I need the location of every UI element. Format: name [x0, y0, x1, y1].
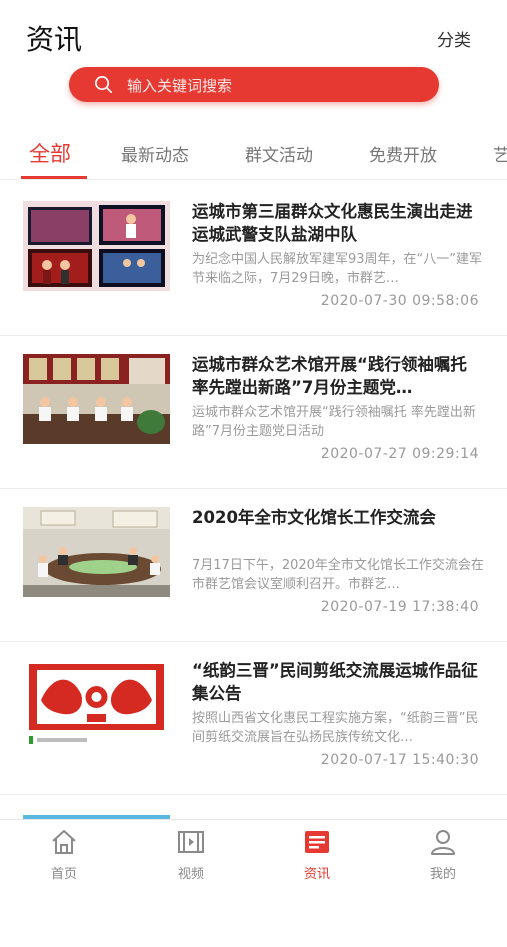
news-time: 2020-07-30 09:58:06 — [320, 293, 479, 309]
active-tab-indicator — [21, 176, 87, 179]
news-title: “纸韵三晋”民间剪纸交流展运城作品征集公告 — [192, 661, 478, 703]
tab-free-open[interactable]: 免费开放 — [369, 141, 437, 166]
conference-image — [23, 507, 170, 597]
news-title: 2020年全市文化馆长工作交流会 — [192, 508, 436, 527]
news-item[interactable]: 运城市群众艺术馆开展“践行领袖嘱托 率先蹚出新路”7月份主题党… 运城市群众艺术… — [0, 336, 507, 489]
news-title: 运城市第三届群众文化惠民生演出走进运城武警支队盐湖中队 — [192, 202, 473, 244]
news-summary: 运城市群众艺术馆开展“践行领袖嘱托 率先蹚出新路”7月份主题党日活动 — [192, 405, 476, 439]
profile-icon — [431, 830, 455, 855]
news-item[interactable]: 运城市第三届群众文化惠民生演出走进运城武警支队盐湖中队 为纪念中国人民解放军建军… — [0, 183, 507, 336]
video-icon — [178, 831, 204, 853]
nav-video[interactable]: 视频 — [151, 828, 231, 882]
nav-home[interactable]: 首页 — [24, 828, 104, 882]
nav-news-label: 资讯 — [303, 867, 330, 882]
search-placeholder: 输入关键词搜索 — [127, 77, 233, 95]
nav-video-label: 视频 — [177, 867, 204, 882]
news-icon — [305, 831, 329, 853]
bottom-nav: 首页 视频 资讯 我的 — [0, 819, 507, 901]
paper-cutting-image — [23, 660, 170, 750]
nav-profile[interactable]: 我的 — [403, 828, 483, 882]
search-icon — [95, 76, 112, 93]
news-time: 2020-07-27 09:29:14 — [320, 446, 479, 462]
news-time: 2020-07-19 17:38:40 — [320, 599, 479, 615]
nav-home-label: 首页 — [50, 867, 77, 882]
nav-news[interactable]: 资讯 — [277, 828, 357, 882]
news-item[interactable]: 2020年全市文化馆长工作交流会 7月17日下午，2020年全市文化馆长工作交流… — [0, 489, 507, 642]
news-summary: 7月17日下午，2020年全市文化馆长工作交流会在市群艺馆会议室顺利召开。市群艺… — [192, 558, 484, 592]
news-title: 运城市群众艺术馆开展“践行领袖嘱托 率先蹚出新路”7月份主题党… — [192, 355, 467, 397]
meeting-room-image — [23, 354, 170, 444]
tab-activities[interactable]: 群文活动 — [245, 141, 313, 166]
home-icon — [52, 830, 76, 854]
tab-all[interactable]: 全部 — [29, 138, 71, 168]
category-button[interactable]: 分类 — [437, 26, 471, 51]
nav-profile-label: 我的 — [429, 867, 456, 882]
category-tabs: 全部 最新动态 群文活动 免费开放 艺 — [0, 135, 507, 181]
news-time: 2020-07-17 15:40:30 — [320, 752, 479, 768]
page-title: 资讯 — [26, 23, 83, 56]
news-summary: 按照山西省文化惠民工程实施方案，“纸韵三晋”民间剪纸交流展旨在弘扬民族传统文化… — [192, 711, 479, 745]
performance-collage-image — [23, 201, 170, 291]
tab-art[interactable]: 艺 — [493, 141, 507, 166]
news-summary: 为纪念中国人民解放军建军93周年，在“八一”建军节来临之际，7月29日晚，市群艺… — [192, 252, 483, 286]
news-item[interactable]: “纸韵三晋”民间剪纸交流展运城作品征集公告 按照山西省文化惠民工程实施方案，“纸… — [0, 642, 507, 795]
header: 资讯 分类 — [0, 0, 507, 66]
tab-latest[interactable]: 最新动态 — [121, 141, 189, 166]
search-bar[interactable]: 输入关键词搜索 — [69, 67, 439, 102]
tab-divider — [0, 179, 507, 180]
